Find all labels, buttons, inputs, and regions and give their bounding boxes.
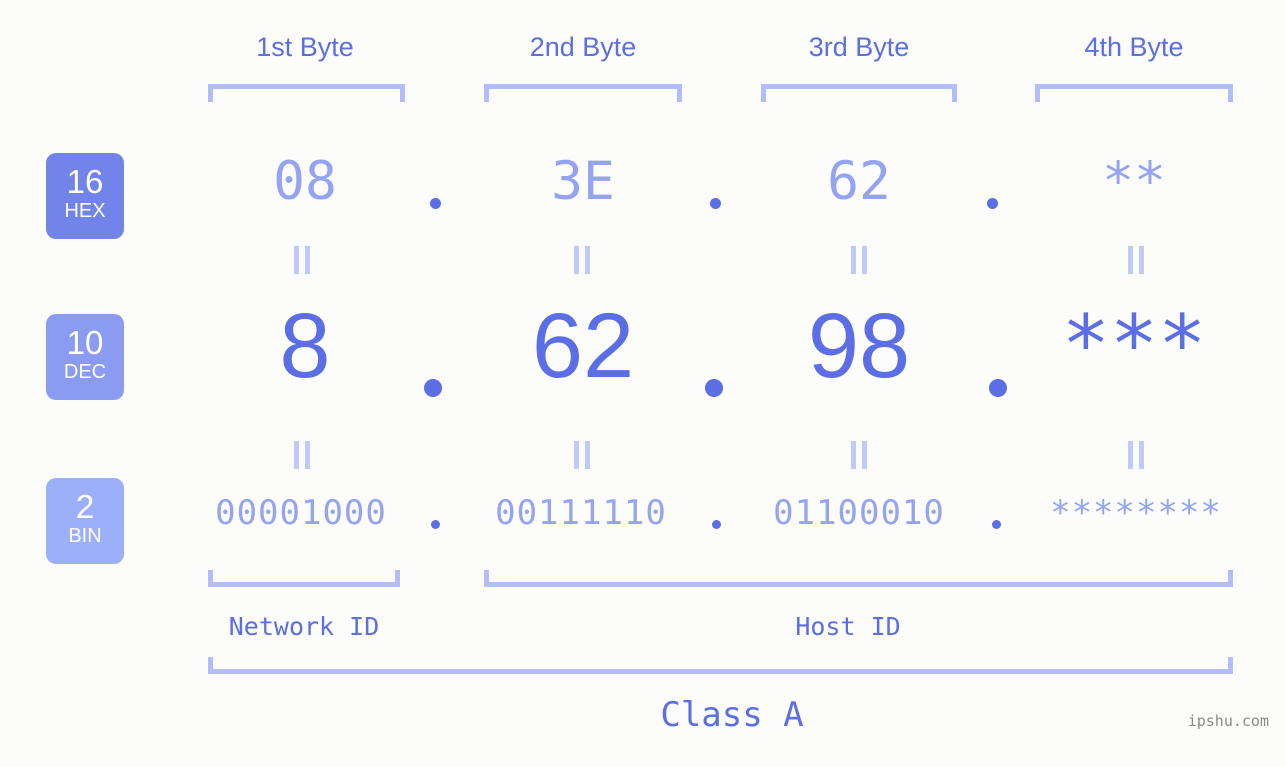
hex-byte-1: 08 [273, 151, 337, 212]
base-badge-dec-number: 10 [66, 324, 104, 361]
base-badge-bin-number: 2 [75, 488, 95, 525]
byte-bracket-top-4 [1035, 84, 1233, 102]
class-bracket [208, 657, 1233, 674]
byte-header-3: 3rd Byte [761, 32, 957, 63]
base-badge-hex-name: HEX [64, 200, 106, 222]
bin-byte-3: 01100010 [773, 493, 945, 533]
bin-byte-1: 00001000 [215, 493, 387, 533]
byte-bracket-top-2 [484, 84, 682, 102]
bin-byte-4: ******** [1050, 493, 1222, 533]
byte-header-4-label: 4th Byte [1084, 32, 1184, 62]
bin-separator-dot-2 [712, 520, 721, 529]
base-badge-hex: 16 HEX [46, 153, 124, 239]
dec-byte-4: *** [1061, 298, 1207, 391]
byte-header-2: 2nd Byte [484, 32, 682, 63]
byte-bracket-top-3 [761, 84, 957, 102]
network-id-label: Network ID [228, 612, 380, 641]
equals-mark-dec-bin-4 [1126, 441, 1146, 469]
dec-byte-2: 62 [531, 295, 635, 397]
equals-mark-dec-bin-2 [572, 441, 592, 469]
equals-mark-hex-dec-1 [292, 246, 312, 274]
hex-separator-dot-1 [430, 198, 441, 209]
base-badge-bin: 2 BIN [46, 478, 124, 564]
hex-byte-3: 62 [827, 151, 891, 212]
equals-mark-dec-bin-3 [849, 441, 869, 469]
dec-separator-dot-2 [705, 379, 723, 397]
base-badge-dec: 10 DEC [46, 314, 124, 400]
byte-header-4: 4th Byte [1035, 32, 1233, 63]
dec-separator-dot-3 [989, 379, 1007, 397]
equals-mark-hex-dec-4 [1126, 246, 1146, 274]
byte-bracket-top-1 [208, 84, 405, 102]
byte-header-1: 1st Byte [205, 32, 405, 63]
byte-header-1-label: 1st Byte [256, 32, 354, 62]
base-badge-bin-name: BIN [68, 525, 102, 547]
base-badge-hex-number: 16 [66, 163, 104, 200]
dec-byte-1: 8 [279, 295, 331, 397]
base-badge-dec-name: DEC [63, 361, 107, 383]
equals-mark-dec-bin-1 [292, 441, 312, 469]
byte-header-2-label: 2nd Byte [529, 32, 637, 62]
class-label: Class A [660, 695, 804, 735]
host-id-label: Host ID [795, 612, 901, 641]
dec-separator-dot-1 [424, 379, 442, 397]
bin-separator-dot-3 [992, 520, 1001, 529]
hex-byte-2: 3E [551, 151, 615, 212]
bin-separator-dot-1 [431, 520, 440, 529]
hex-separator-dot-2 [710, 198, 721, 209]
hex-separator-dot-3 [987, 198, 998, 209]
host-id-bracket [484, 570, 1233, 587]
equals-mark-hex-dec-3 [849, 246, 869, 274]
bin-byte-2: 00111110 [495, 493, 667, 533]
network-id-bracket [208, 570, 400, 587]
site-watermark: ipshu.com [1187, 712, 1269, 730]
equals-mark-hex-dec-2 [572, 246, 592, 274]
hex-byte-4: ** [1102, 151, 1166, 212]
dec-byte-3: 98 [807, 295, 911, 397]
byte-header-3-label: 3rd Byte [808, 32, 910, 62]
